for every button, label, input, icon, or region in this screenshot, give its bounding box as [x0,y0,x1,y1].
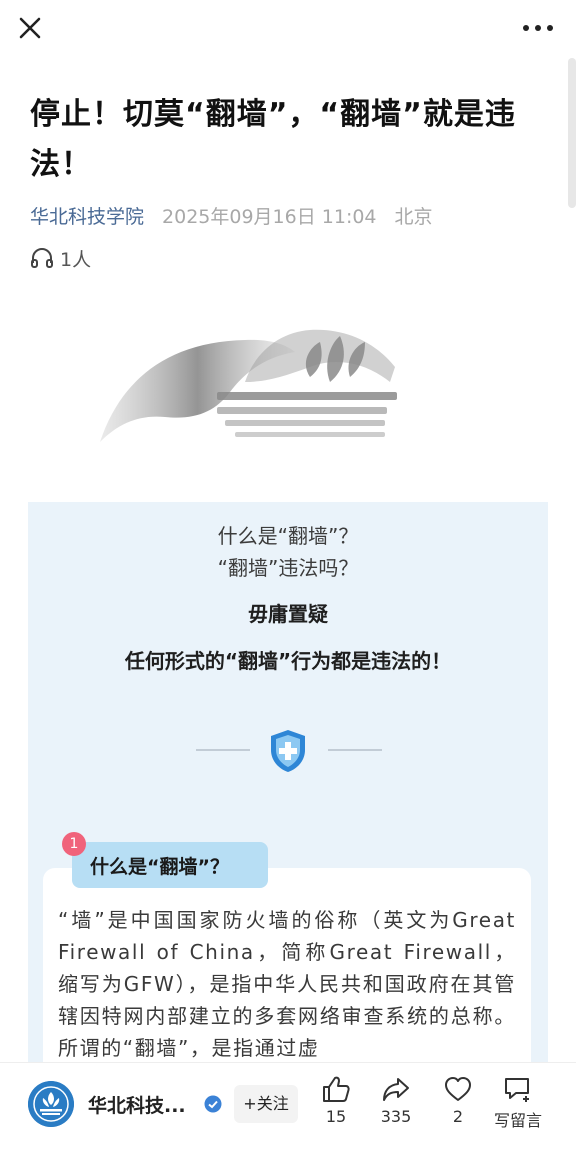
info-card: 什么是“翻墙”？ “翻墙”违法吗？ 毋庸置疑 任何形式的“翻墙”行为都是违法的！… [28,502,548,1088]
favorite-count: 2 [452,1107,464,1126]
account-name[interactable]: 华北科技... [88,1091,186,1118]
article-title: 停止！切莫“翻墙”，“翻墙”就是违法！ [30,97,516,182]
shield-icon [268,728,308,774]
share-count: 335 [380,1107,412,1126]
account-avatar[interactable] [28,1081,74,1127]
verified-badge-icon [204,1095,222,1113]
listener-count: 1人 [60,248,92,271]
follow-button[interactable]: +关注 [234,1085,298,1123]
school-logo-image [95,322,405,450]
statement-1: 毋庸置疑 [248,602,328,626]
share-button[interactable]: 335 [366,1075,426,1126]
heart-icon [445,1077,471,1101]
scrollbar[interactable] [568,58,576,208]
divider-left [196,749,250,751]
author-link[interactable]: 华北科技学院 [30,202,144,229]
listen-button[interactable]: 1人 [30,244,91,272]
question-2: “翻墙”违法吗？ [217,556,359,580]
article-meta: 华北科技学院 2025年09月16日 11:04 北京 [30,200,433,230]
close-icon[interactable] [14,12,46,44]
statement-2: 任何形式的“翻墙”行为都是违法的！ [124,649,452,673]
top-bar [0,0,576,58]
publish-location: 北京 [394,205,433,228]
thumbs-up-icon [323,1076,350,1102]
divider-right [328,749,382,751]
like-button[interactable]: 15 [306,1075,366,1126]
like-count: 15 [325,1107,347,1126]
headphones-icon [31,248,53,268]
section-number-badge: 1 [62,832,86,856]
bottom-bar: 华北科技... +关注 15 335 2 写留言 [0,1062,576,1152]
favorite-button[interactable]: 2 [428,1075,488,1126]
comment-label: 写留言 [493,1111,542,1130]
question-1: 什么是“翻墙”？ [217,524,359,548]
write-comment-button[interactable]: 写留言 [488,1075,548,1131]
section-title: 什么是“翻墙”？ [72,842,268,888]
share-arrow-icon [383,1078,409,1101]
more-dots-icon[interactable] [518,14,558,42]
comment-icon [505,1078,529,1102]
section-paragraph: “墙”是中国国家防火墙的俗称（英文为Great Firewall of Chin… [58,908,516,1060]
publish-date: 2025年09月16日 11:04 [162,205,377,228]
